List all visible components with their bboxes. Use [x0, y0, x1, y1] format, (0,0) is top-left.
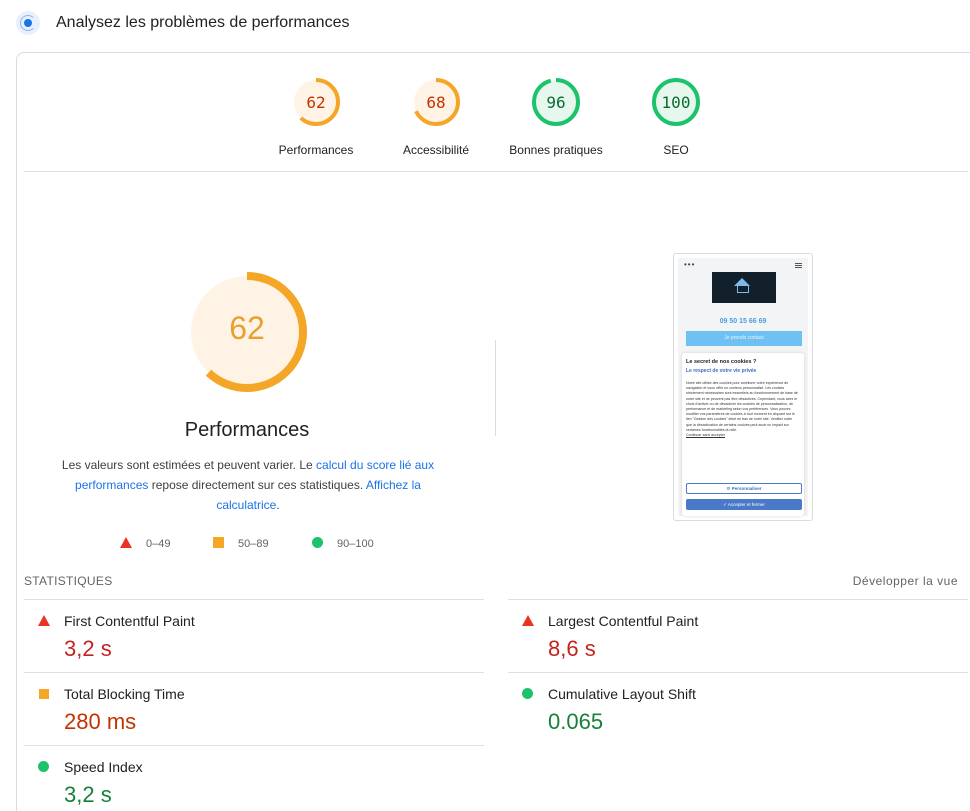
cookie-modal: Le secret de nos cookies ? Le respect de…: [682, 353, 804, 516]
performance-description: Les valeurs sont estimées et peuvent var…: [52, 455, 444, 515]
gauge-label: Accessibilité: [402, 143, 470, 157]
metric-value: 0.065: [548, 709, 604, 734]
cookie-modal-title: Le secret de nos cookies ?: [686, 359, 757, 365]
green-circle-icon: [522, 688, 533, 699]
metric-value: 8,6 s: [548, 636, 596, 661]
cookie-customize-button: ⚙ Personnaliser: [686, 483, 802, 494]
gauge-label: SEO: [663, 143, 689, 157]
site-phone-number: 09 50 15 66 69: [719, 318, 767, 325]
performance-title: Performances: [184, 419, 310, 441]
screenshot-viewport: ••• 09 50 15 66 69 Je prends contact Le …: [678, 258, 808, 516]
desc-text: Les valeurs sont estimées et peuvent var…: [61, 458, 317, 472]
legend-red: 0–49: [120, 535, 170, 553]
gauge-score: 62: [306, 93, 326, 112]
triangle-icon: [120, 537, 132, 548]
legend-green-label: 90–100: [337, 538, 374, 550]
gauge-score: 100: [661, 93, 691, 112]
desc-text: .: [276, 498, 280, 512]
gauge-label: Bonnes pratiques: [509, 143, 603, 157]
expand-view-button[interactable]: Développer la vue: [853, 574, 958, 588]
desc-text: repose directement sur ces statistiques.: [148, 478, 366, 492]
metric-value: 3,2 s: [64, 782, 112, 807]
vertical-divider: [495, 340, 496, 436]
metric-speed-index: Speed Index 3,2 s: [24, 745, 484, 811]
gauge-score: 96: [546, 93, 566, 112]
legend-orange-label: 50–89: [238, 538, 269, 550]
gauge-score: 68: [426, 93, 446, 112]
metric-value: 3,2 s: [64, 636, 112, 661]
cookie-accept-button: ✓ Accepter et fermer: [686, 499, 802, 510]
orange-square-icon: [39, 689, 49, 699]
metric-name: Speed Index: [64, 759, 143, 775]
square-icon: [213, 537, 224, 548]
cookie-modal-subtitle: Le respect de votre vie privée: [686, 368, 757, 374]
hamburger-menu-icon: [795, 263, 802, 268]
metric-name: Total Blocking Time: [64, 686, 185, 702]
metric-first-contentful-paint: First Contentful Paint 3,2 s: [24, 599, 484, 672]
green-circle-icon: [38, 761, 49, 772]
metric-largest-contentful-paint: Largest Contentful Paint 8,6 s: [508, 599, 968, 672]
metric-cumulative-layout-shift: Cumulative Layout Shift 0.065: [508, 672, 968, 745]
gauge-label: Performances: [278, 143, 354, 157]
menu-dots-icon: •••: [684, 260, 696, 269]
metric-value: 280 ms: [64, 709, 137, 734]
gauge-seo[interactable]: 100 SEO: [616, 76, 736, 157]
performance-insights-icon: [16, 11, 40, 35]
red-triangle-icon: [522, 615, 534, 626]
gauge-accessibilite[interactable]: 68 Accessibilité: [376, 76, 496, 157]
performance-score: 62: [229, 310, 265, 346]
statistics-heading: STATISTIQUES: [24, 574, 113, 588]
site-contact-button: Je prends contact: [686, 331, 802, 346]
gauge-bonnes-pratiques[interactable]: 96 Bonnes pratiques: [496, 76, 616, 157]
red-triangle-icon: [38, 615, 50, 626]
metric-name: Largest Contentful Paint: [548, 613, 699, 629]
page-screenshot[interactable]: ••• 09 50 15 66 69 Je prends contact Le …: [673, 253, 813, 521]
metric-name: Cumulative Layout Shift: [548, 686, 696, 702]
section-header: Analysez les problèmes de performances: [0, 0, 970, 48]
legend-green: 90–100: [312, 535, 374, 553]
cookie-modal-text: Notre site utilise des cookies pour amél…: [686, 381, 798, 438]
site-logo: [712, 272, 776, 303]
section-title: Analysez les problèmes de performances: [56, 14, 350, 31]
legend-red-label: 0–49: [146, 538, 171, 550]
score-gauges: 62 Performances 68 Accessibilité 96 Bonn…: [24, 70, 968, 172]
metric-name: First Contentful Paint: [64, 613, 195, 629]
circle-icon: [312, 537, 323, 548]
score-legend: 0–49 50–89 90–100: [120, 535, 420, 553]
gauge-performances[interactable]: 62 Performances: [256, 76, 376, 157]
cookie-modal-body: Notre site utilise des cookies pour amél…: [686, 381, 798, 432]
legend-orange: 50–89: [213, 535, 269, 553]
cookie-continue-link: Continuer sans accepter: [686, 433, 725, 438]
metric-total-blocking-time: Total Blocking Time 280 ms: [24, 672, 484, 745]
